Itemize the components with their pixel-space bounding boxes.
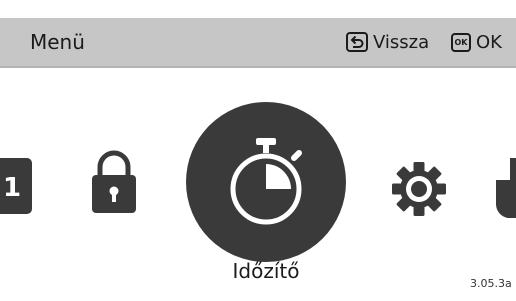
back-arrow-icon [346, 32, 368, 52]
selected-item-label: Időzítő [232, 259, 300, 283]
ok-button[interactable]: OK OK [451, 30, 502, 54]
number-1-icon: 1 [0, 158, 38, 214]
carousel-item-number[interactable]: 1 [0, 158, 38, 214]
stopwatch-icon [230, 138, 302, 225]
carousel-item-plug[interactable] [492, 158, 516, 218]
ok-label: OK [476, 31, 502, 53]
version-label: 3.05.3a [470, 277, 512, 290]
gear-icon [392, 162, 446, 216]
carousel-item-timer[interactable] [186, 102, 346, 262]
plug-icon [495, 158, 516, 218]
page-title: Menü [30, 30, 85, 54]
number-1-text: 1 [3, 173, 21, 203]
carousel-item-lock[interactable] [90, 147, 138, 215]
header-bar: Menü Vissza OK OK [0, 18, 516, 68]
menu-screen: Menü Vissza OK OK 1 Időzítő 3.05.3a [0, 0, 516, 301]
back-label: Vissza [373, 31, 430, 53]
carousel-item-settings[interactable] [390, 160, 448, 218]
ok-key-icon: OK [451, 32, 471, 52]
lock-icon [92, 150, 136, 213]
back-button[interactable]: Vissza [346, 30, 429, 54]
